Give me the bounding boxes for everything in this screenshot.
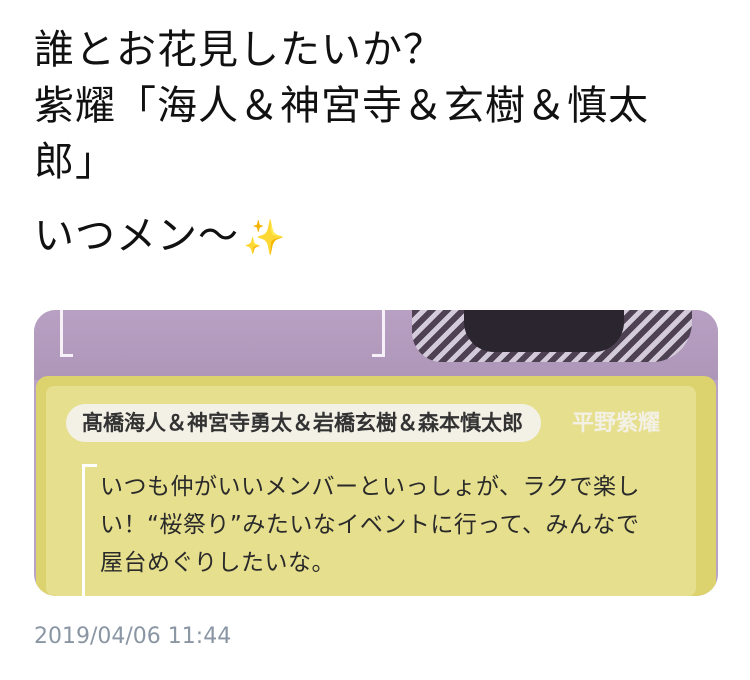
quote-line-1: いつも仲がいいメンバーといっしょが、ラクで楽し <box>100 474 641 500</box>
author-name: 平野紫耀 <box>572 411 661 436</box>
tweet-line-2: 紫耀「海人＆神宮寺＆玄樹＆慎太 <box>34 83 649 129</box>
quote-text: いつも仲がいいメンバーといっしょが、ラクで楽し い！“桜祭り”みたいなイベントに… <box>100 468 700 582</box>
quote-line-2: い！“桜祭り”みたいなイベントに行って、みんなで <box>100 512 640 538</box>
quote-line-3: 屋台めぐりしたいな。 <box>100 550 335 576</box>
photo-bracket-right <box>372 310 385 357</box>
tweet-line-3: 郎」 <box>34 139 116 185</box>
tweet-photo[interactable]: 髙橋海人＆神宮寺勇太＆岩橋玄樹＆森本慎太郎 平野紫耀 いつも仲がいいメンバーとい… <box>34 310 718 596</box>
magazine-card: 髙橋海人＆神宮寺勇太＆岩橋玄樹＆森本慎太郎 平野紫耀 いつも仲がいいメンバーとい… <box>36 376 716 596</box>
tweet-line-1: 誰とお花見したいか？ <box>34 27 444 73</box>
tweet-line-4-text: いつメン〜 <box>34 213 239 259</box>
tweet-text: 誰とお花見したいか？ 紫耀「海人＆神宮寺＆玄樹＆慎太 郎」 いつメン〜 ✨ <box>34 22 724 264</box>
tweet-line-4: いつメン〜 ✨ <box>34 208 724 264</box>
photo-figure-shadow <box>464 310 624 352</box>
quote-bracket <box>82 464 97 596</box>
sparkles-icon: ✨ <box>243 218 287 258</box>
member-names-tag: 髙橋海人＆神宮寺勇太＆岩橋玄樹＆森本慎太郎 <box>66 404 541 442</box>
photo-bracket-left <box>60 310 73 357</box>
tweet-timestamp[interactable]: 2019/04/06 11:44 <box>34 622 231 652</box>
magazine-card-inner: 髙橋海人＆神宮寺勇太＆岩橋玄樹＆森本慎太郎 平野紫耀 いつも仲がいいメンバーとい… <box>46 386 696 596</box>
